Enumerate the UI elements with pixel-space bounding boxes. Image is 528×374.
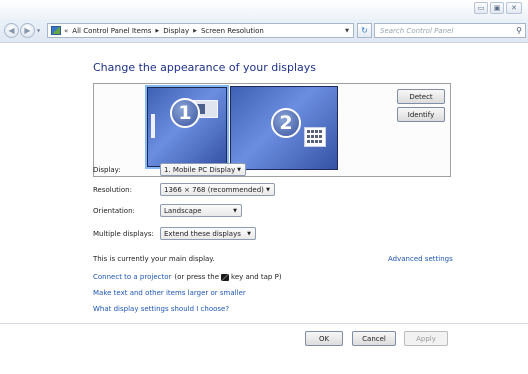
resolution-label: Resolution:	[93, 186, 132, 194]
page-title: Change the appearance of your displays	[93, 61, 317, 74]
apply-button[interactable]: Apply	[404, 331, 448, 346]
orientation-select-value: Landscape	[164, 206, 202, 215]
multiple-displays-select-value: Extend these displays	[164, 229, 241, 238]
main-display-note: This is currently your main display.	[93, 255, 215, 263]
minimize-button[interactable]: ▭	[474, 2, 488, 14]
multiple-displays-select[interactable]: Extend these displays ▼	[160, 227, 256, 240]
breadcrumb-overflow[interactable]: «	[64, 27, 68, 35]
footer-divider	[0, 323, 528, 324]
recent-pages-dropdown-icon[interactable]: ▼	[37, 28, 40, 33]
back-arrow-icon: ◀	[8, 26, 15, 35]
resolution-select-value: 1366 × 768 (recommended)	[164, 185, 264, 194]
advanced-settings-link[interactable]: Advanced settings	[388, 255, 453, 263]
forward-arrow-icon: ▶	[24, 26, 31, 35]
back-button[interactable]: ◀	[4, 23, 19, 38]
window-controls: ▭ ▣ ✕	[474, 2, 522, 14]
orientation-label: Orientation:	[93, 207, 135, 215]
projector-hint-start: (or press the	[174, 273, 220, 281]
multiple-displays-label: Multiple displays:	[93, 230, 154, 238]
display-select[interactable]: 1. Mobile PC Display ▼	[160, 163, 246, 176]
display-label: Display:	[93, 166, 121, 174]
breadcrumb-screen-resolution[interactable]: Screen Resolution	[201, 27, 264, 35]
maximize-button[interactable]: ▣	[490, 2, 504, 14]
breadcrumb[interactable]: « All Control Panel Items ▶ Display ▶ Sc…	[47, 23, 354, 38]
breadcrumb-separator-icon[interactable]: ▶	[193, 28, 197, 34]
refresh-icon: ↻	[361, 26, 368, 35]
chevron-down-icon: ▼	[233, 207, 237, 214]
desktop-icons-thumbnail	[304, 127, 326, 147]
detect-button[interactable]: Detect	[397, 89, 445, 104]
display-select-value: 1. Mobile PC Display	[164, 165, 236, 174]
monitor-2-number: 2	[271, 108, 301, 138]
connect-projector-link[interactable]: Connect to a projector	[93, 273, 171, 281]
text-size-link[interactable]: Make text and other items larger or smal…	[93, 289, 246, 297]
breadcrumb-all-control-panel-items[interactable]: All Control Panel Items	[72, 27, 151, 35]
resolution-select[interactable]: 1366 × 768 (recommended) ▼	[160, 183, 275, 196]
monitor-1-number: 1	[170, 98, 200, 128]
identify-button[interactable]: Identify	[397, 107, 445, 122]
display-settings-help-link[interactable]: What display settings should I choose?	[93, 305, 229, 313]
chevron-down-icon: ▼	[247, 230, 251, 237]
title-bar: ▭ ▣ ✕	[0, 0, 528, 19]
forward-button[interactable]: ▶	[20, 23, 35, 38]
windows-key-icon	[221, 273, 230, 281]
ok-button[interactable]: OK	[305, 331, 343, 346]
content-area: Change the appearance of your displays 1…	[0, 44, 528, 374]
breadcrumb-display[interactable]: Display	[163, 27, 189, 35]
cancel-button[interactable]: Cancel	[352, 331, 396, 346]
monitor-1[interactable]: 1	[145, 85, 229, 169]
breadcrumb-separator-icon[interactable]: ▶	[155, 28, 159, 34]
search-icon[interactable]: ⚲	[516, 26, 522, 35]
chevron-down-icon: ▼	[237, 166, 241, 173]
close-button[interactable]: ✕	[506, 2, 522, 14]
desktop-gadget	[151, 114, 155, 138]
refresh-button[interactable]: ↻	[357, 23, 372, 38]
search-placeholder: Search Control Panel	[380, 26, 454, 35]
search-input[interactable]: Search Control Panel ⚲	[374, 23, 526, 38]
projector-hint-end: key and tap P)	[231, 273, 282, 281]
address-dropdown-icon[interactable]: ▼	[345, 28, 349, 34]
orientation-select[interactable]: Landscape ▼	[160, 204, 242, 217]
monitor-2[interactable]: 2	[230, 86, 338, 170]
projector-row: Connect to a projector (or press the key…	[93, 273, 282, 281]
address-bar: ◀ ▶ ▼ « All Control Panel Items ▶ Displa…	[0, 19, 528, 43]
control-panel-icon	[51, 26, 61, 35]
display-arrangement[interactable]: 1 2 Detect Identify	[93, 83, 451, 177]
chevron-down-icon: ▼	[266, 186, 270, 193]
